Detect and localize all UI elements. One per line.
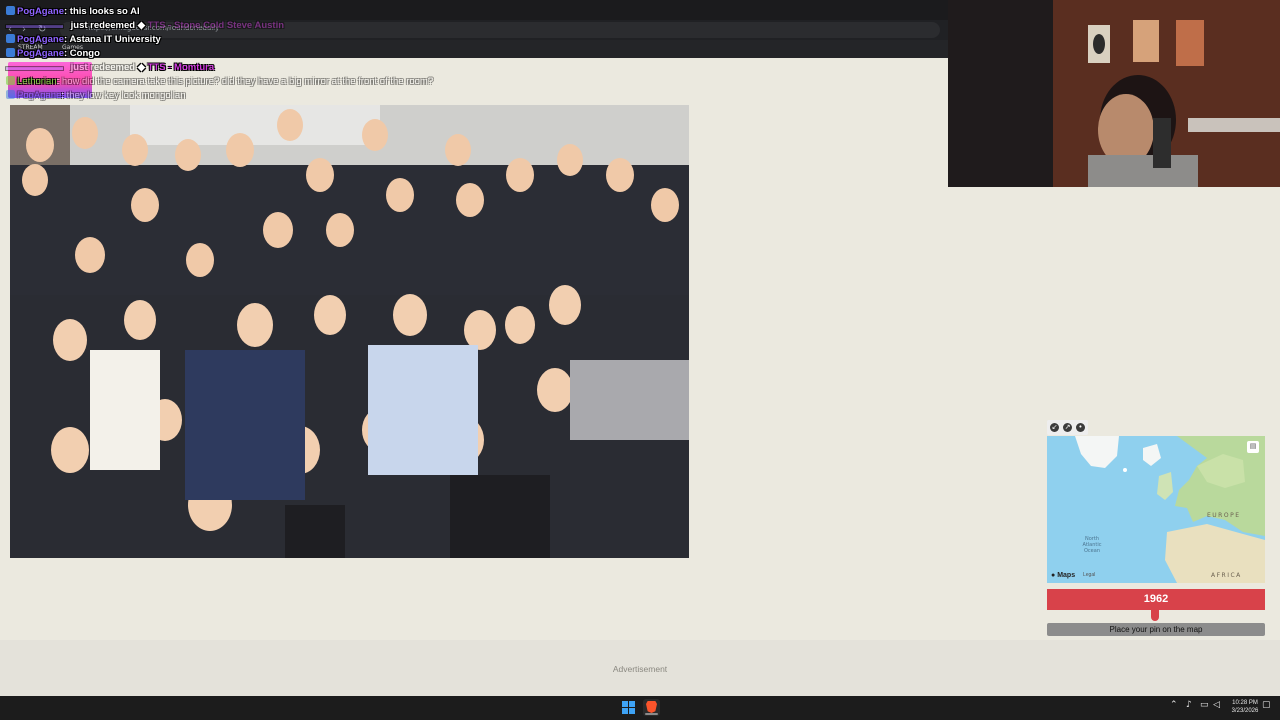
chat-username: PogAgane xyxy=(17,34,64,45)
map-label-africa: AFRICA xyxy=(1211,572,1242,579)
apple-logo-icon: ● xyxy=(1051,572,1056,579)
chat-line: ▬▬▬▬▬▬ just redeemed ◆ TTS - Stone Cold … xyxy=(6,20,285,31)
expand-map-icon[interactable]: ↗ xyxy=(1063,423,1072,432)
windows-start-icon[interactable] xyxy=(622,701,635,714)
advertisement-label: Advertisement xyxy=(612,664,668,674)
chat-message: just redeemed xyxy=(70,20,136,31)
shrink-map-icon[interactable]: ↙ xyxy=(1050,423,1059,432)
chat-message: how did the camera take this picture? di… xyxy=(61,76,434,87)
chat-badge-icon xyxy=(6,6,15,15)
notification-icon[interactable]: ▢ xyxy=(1262,700,1271,710)
map-label-ocean: North Atlantic Ocean xyxy=(1082,536,1102,554)
advertisement-area: Advertisement xyxy=(0,640,1280,696)
guess-map[interactable]: EUROPE AFRICA North Atlantic Ocean ▤ ● M… xyxy=(1047,436,1265,583)
chat-badge-icon xyxy=(6,90,15,99)
chat-username: PogAgane xyxy=(17,48,64,59)
chat-badge-icon xyxy=(6,48,15,57)
place-pin-button[interactable]: Place your pin on the map xyxy=(1047,623,1265,636)
maps-brand-label: Maps xyxy=(1057,572,1076,579)
pin-map-icon[interactable]: • xyxy=(1076,423,1085,432)
network-icon[interactable]: ▭ xyxy=(1200,700,1209,710)
taskbar: ⌃ ♪ ▭ ◁ 10:28 PM 3/23/2026 ▢ xyxy=(0,696,1280,720)
group-photo-illustration xyxy=(10,105,689,558)
chat-badge-icon xyxy=(6,76,15,85)
chat-line: Lethorian: how did the camera take this … xyxy=(6,76,433,87)
year-display: 1962 xyxy=(1047,589,1265,610)
chat-line: PogAgane: this looks so AI xyxy=(6,6,140,17)
brave-browser-icon[interactable] xyxy=(643,699,660,716)
map-label-europe: EUROPE xyxy=(1207,512,1241,519)
guess-photo xyxy=(10,105,689,558)
chat-reward: TTS - Stone Cold Steve Austin xyxy=(147,20,285,31)
map-layers-icon[interactable]: ▤ xyxy=(1247,441,1259,453)
chat-badge-icon xyxy=(6,34,15,43)
volume-icon[interactable]: ◁ xyxy=(1213,700,1220,710)
year-slider-thumb[interactable] xyxy=(1151,610,1159,621)
webcam-illustration xyxy=(948,0,1280,187)
taskbar-date: 3/23/2026 xyxy=(1231,708,1259,714)
map-toolbar: ↙ ↗ • xyxy=(1047,420,1088,435)
chat-message: they low key look mongolian xyxy=(66,90,186,101)
maps-brand: ● Maps xyxy=(1051,572,1075,579)
chat-message: Congo xyxy=(69,48,100,59)
chat-line: ▬▬▬▬▬▬ just redeemed ◆ TTS - Momtura xyxy=(6,62,215,73)
chat-line: PogAgane: they low key look mongolian xyxy=(6,90,185,101)
chat-message: this looks so AI xyxy=(69,6,140,17)
chat-username: PogAgane xyxy=(17,6,64,17)
tray-chevron-icon[interactable]: ⌃ xyxy=(1170,700,1178,710)
browser-tab-strip[interactable] xyxy=(0,0,948,20)
chat-username: PogAgane xyxy=(17,90,62,101)
world-map-illustration xyxy=(1047,436,1265,583)
chat-username-blurred: ▬▬▬▬▬▬ xyxy=(6,62,63,73)
chat-username: Lethorian xyxy=(17,76,57,87)
chat-reward: TTS - Momtura xyxy=(147,62,215,73)
chat-username-blurred: ▬▬▬▬▬▬ xyxy=(6,20,63,31)
chat-line: PogAgane: Congo xyxy=(6,48,100,59)
webcam-feed xyxy=(948,0,1280,187)
chat-line: PogAgane: Astana IT University xyxy=(6,34,161,45)
microphone-icon[interactable]: ♪ xyxy=(1186,700,1192,710)
taskbar-time: 10:28 PM xyxy=(1232,700,1258,706)
chat-message: just redeemed xyxy=(70,62,136,73)
taskbar-clock[interactable]: 10:28 PM 3/23/2026 xyxy=(1228,699,1262,715)
chat-message: Astana IT University xyxy=(69,34,161,45)
map-legal-link[interactable]: Legal xyxy=(1083,572,1095,578)
